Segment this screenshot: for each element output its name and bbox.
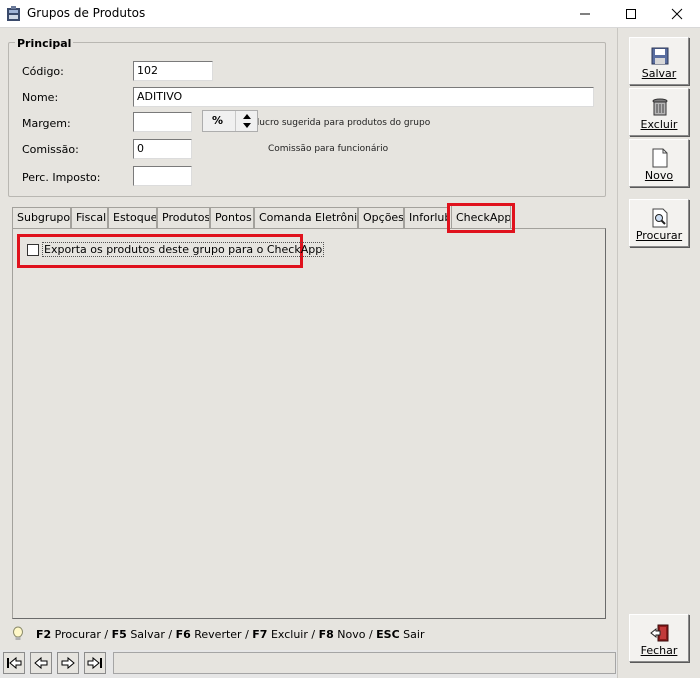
margem-label: Margem:: [22, 117, 71, 130]
next-record-button[interactable]: [57, 652, 79, 674]
first-record-icon: [7, 656, 22, 670]
lightbulb-icon: [13, 626, 23, 640]
search-label: Procurar: [635, 229, 683, 242]
trash-can-icon: [652, 98, 668, 116]
comissao-unit-value: %: [212, 114, 224, 127]
export-checkapp-label[interactable]: Exporta os produtos deste grupo para o C…: [42, 242, 325, 257]
close-window-button[interactable]: [654, 0, 700, 28]
title-bar: Grupos de Produtos: [0, 0, 700, 28]
next-record-icon: [61, 656, 75, 670]
comissao-input[interactable]: 0: [133, 139, 192, 159]
margem-input[interactable]: [133, 112, 192, 132]
imposto-input[interactable]: [133, 166, 192, 186]
checkapp-tab-panel: [12, 228, 606, 619]
last-record-icon: [87, 656, 102, 670]
principal-legend: Principal: [15, 37, 74, 50]
floppy-disk-icon: [651, 47, 669, 65]
previous-record-icon: [34, 656, 48, 670]
tab-opcoes[interactable]: Opções: [358, 207, 404, 228]
tab-produtos[interactable]: Produtos: [157, 207, 210, 228]
minimize-icon: [580, 13, 590, 15]
close-form-label: Fechar: [640, 644, 678, 657]
codigo-label: Código:: [22, 65, 64, 78]
delete-label: Excluir: [640, 118, 678, 131]
exit-door-icon: [650, 624, 669, 642]
new-button[interactable]: Novo: [629, 139, 689, 187]
previous-record-button[interactable]: [30, 652, 52, 674]
comissao-unit-select[interactable]: %: [202, 110, 258, 132]
main-area: Principal Código: 102 Nome: ADITIVO Marg…: [0, 28, 617, 650]
tab-estoque[interactable]: Estoque: [108, 207, 157, 228]
unit-spinner[interactable]: [235, 111, 257, 131]
new-label: Novo: [644, 169, 674, 182]
tab-subgrupos[interactable]: Subgrupos: [12, 207, 71, 228]
imposto-label: Perc. Imposto:: [22, 171, 101, 184]
first-record-button[interactable]: [3, 652, 25, 674]
nome-input[interactable]: ADITIVO: [133, 87, 594, 107]
record-status-panel: [113, 652, 616, 674]
minimize-button[interactable]: [562, 0, 608, 28]
search-button[interactable]: Procurar: [629, 199, 689, 247]
save-button[interactable]: Salvar: [629, 37, 689, 85]
export-checkapp-checkbox[interactable]: [27, 244, 39, 256]
up-down-arrows-icon: [243, 114, 251, 128]
maximize-icon: [626, 9, 636, 19]
nome-label: Nome:: [22, 91, 59, 104]
magnifier-document-icon: [652, 208, 668, 228]
tab-fiscal[interactable]: Fiscal: [71, 207, 108, 228]
window-title: Grupos de Produtos: [27, 6, 146, 20]
tab-inforlub[interactable]: Inforlub: [404, 207, 450, 228]
delete-button[interactable]: Excluir: [629, 88, 689, 136]
close-form-button[interactable]: Fechar: [629, 614, 689, 662]
comissao-hint: Comissão para funcionário: [268, 144, 389, 154]
app-icon: [7, 6, 20, 21]
codigo-input[interactable]: 102: [133, 61, 213, 81]
last-record-button[interactable]: [84, 652, 106, 674]
checkapp-tab-highlight: [447, 203, 515, 233]
tab-comanda-eletronica[interactable]: Comanda Eletrônica: [254, 207, 358, 228]
maximize-button[interactable]: [608, 0, 654, 28]
tab-pontos[interactable]: Pontos: [210, 207, 254, 228]
comissao-label: Comissão:: [22, 143, 79, 156]
document-icon: [652, 148, 668, 168]
close-icon: [671, 8, 683, 20]
save-label: Salvar: [641, 67, 677, 80]
shortcut-hints: F2 Procurar / F5 Salvar / F6 Reverter / …: [36, 628, 425, 641]
